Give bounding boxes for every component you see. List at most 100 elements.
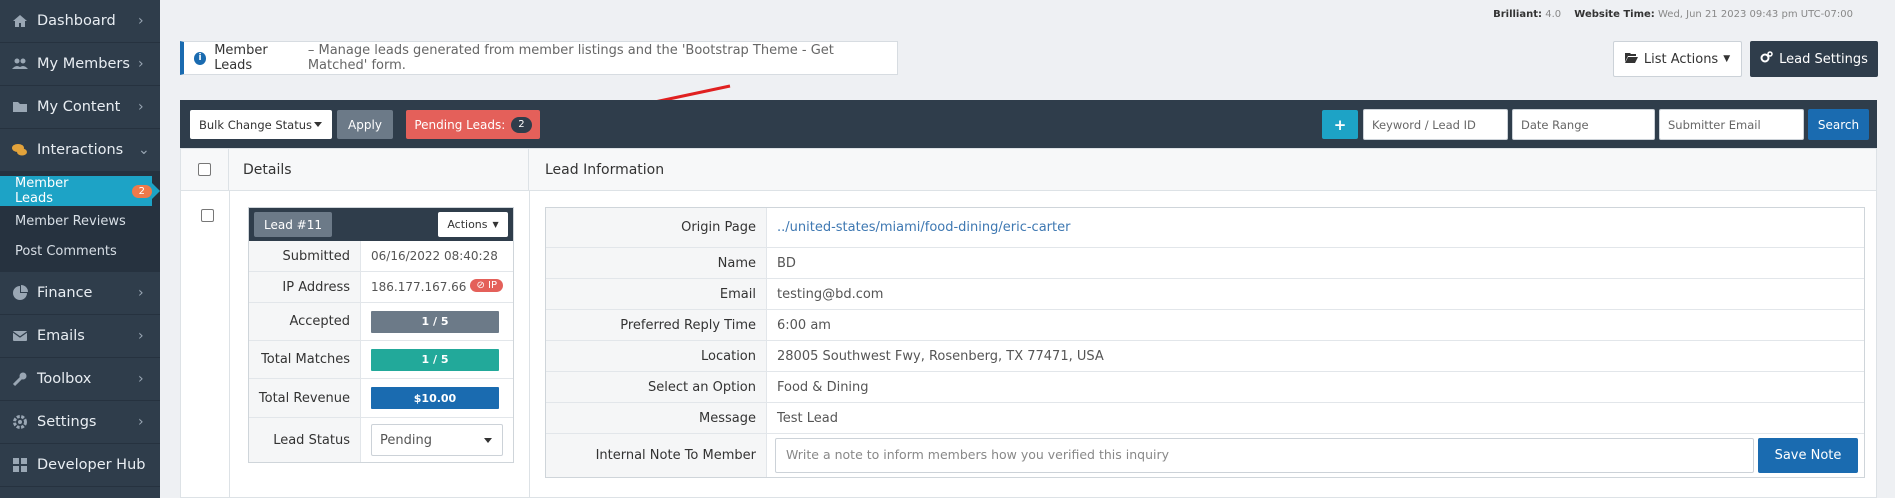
bulk-change-status-select[interactable]: Bulk Change Status xyxy=(190,110,332,139)
sidebar-item-member-reviews[interactable]: Member Reviews xyxy=(0,206,160,236)
block-ip-button[interactable]: ⊘ IP xyxy=(470,279,503,292)
lead-row-accepted: Accepted 1 / 5 xyxy=(249,302,513,340)
sidebar-item-post-comments[interactable]: Post Comments xyxy=(0,236,160,266)
sidebar-item-interactions[interactable]: Interactions ⌄ xyxy=(0,129,160,172)
total-revenue-cell: $10.00 xyxy=(361,379,513,417)
origin-page-link[interactable]: ../united-states/miami/food-dining/eric-… xyxy=(767,208,1864,247)
lead-status-label: Lead Status xyxy=(249,418,361,462)
info-row-select-option: Select an Option Food & Dining xyxy=(546,371,1864,402)
sidebar-item-label: Emails xyxy=(37,328,85,344)
lead-actions-label: Actions xyxy=(447,218,488,231)
list-actions-label: List Actions xyxy=(1643,51,1719,67)
accepted-cell: 1 / 5 xyxy=(361,303,513,340)
column-header-lead-information: Lead Information xyxy=(545,161,665,178)
sidebar-item-label: My Members xyxy=(37,56,130,72)
column-divider xyxy=(229,191,230,498)
add-lead-button[interactable]: + xyxy=(1322,110,1358,139)
info-label: Message xyxy=(546,403,767,433)
ban-icon: ⊘ xyxy=(476,280,489,291)
lead-id-badge[interactable]: Lead #11 xyxy=(254,212,332,237)
sidebar-item-toolbox[interactable]: Toolbox › xyxy=(0,358,160,401)
keyword-lead-id-input[interactable] xyxy=(1363,109,1508,140)
pending-leads-button[interactable]: Pending Leads: 2 xyxy=(406,110,540,139)
sidebar-item-my-members[interactable]: My Members › xyxy=(0,43,160,86)
lead-actions-dropdown[interactable]: Actions ▼ xyxy=(438,212,508,237)
info-label: Email xyxy=(546,279,767,309)
version-label: Brilliant: xyxy=(1493,9,1543,20)
sidebar-item-dashboard[interactable]: Dashboard › xyxy=(0,0,160,43)
lead-settings-label: Lead Settings xyxy=(1779,51,1868,67)
lead-row-ip: IP Address 186.177.167.66 ⊘ IP xyxy=(249,271,513,302)
info-value: BD xyxy=(777,255,796,271)
sidebar-item-label: Dashboard xyxy=(37,13,116,29)
sidebar-item-member-leads[interactable]: Member Leads 2 xyxy=(0,176,160,206)
info-label: Preferred Reply Time xyxy=(546,310,767,340)
chevron-right-icon: › xyxy=(138,13,144,29)
lead-row-matches: Total Matches 1 / 5 xyxy=(249,340,513,378)
total-matches-bar[interactable]: 1 / 5 xyxy=(371,348,499,371)
caret-down-icon xyxy=(484,438,492,443)
sidebar-item-label: Interactions xyxy=(37,142,124,158)
row-select-checkbox[interactable] xyxy=(201,209,214,222)
pending-leads-count: 2 xyxy=(511,116,532,133)
sidebar-item-label: Toolbox xyxy=(37,371,92,387)
select-all-checkbox[interactable] xyxy=(198,163,211,176)
info-value: 28005 Southwest Fwy, Rosenberg, TX 77471… xyxy=(777,348,1104,364)
page-description: – Manage leads generated from member lis… xyxy=(307,43,834,73)
submitter-email-input[interactable] xyxy=(1659,109,1804,140)
sidebar-item-label: Post Comments xyxy=(15,243,117,259)
submitted-value: 06/16/2022 08:40:28 xyxy=(371,249,498,263)
list-actions-button[interactable]: List Actions ▼ xyxy=(1613,41,1742,77)
lead-information-table: Origin Page ../united-states/miami/food-… xyxy=(545,207,1865,478)
users-icon xyxy=(12,56,28,72)
submitted-label: Submitted xyxy=(249,241,361,271)
sidebar-item-my-content[interactable]: My Content › xyxy=(0,86,160,129)
info-row-internal-note: Internal Note To Member Save Note xyxy=(546,433,1864,477)
sidebar-item-developer-hub[interactable]: Developer Hub xyxy=(0,444,160,487)
lead-row-submitted: Submitted 06/16/2022 08:40:28 xyxy=(249,241,513,271)
pie-chart-icon xyxy=(12,285,28,301)
total-revenue-label: Total Revenue xyxy=(249,379,361,417)
website-time-label: Website Time: xyxy=(1574,9,1655,20)
folder-icon xyxy=(12,99,28,115)
sidebar-item-label: My Content xyxy=(37,99,121,115)
sidebar-item-label: Developer Hub xyxy=(37,457,146,473)
sidebar-item-settings[interactable]: Settings › xyxy=(0,401,160,444)
info-row-name: Name BD xyxy=(546,247,1864,278)
apply-button[interactable]: Apply xyxy=(337,110,393,139)
total-matches-cell: 1 / 5 xyxy=(361,341,513,378)
website-time-value: Wed, Jun 21 2023 09:43 pm UTC-07:00 xyxy=(1657,9,1853,20)
accepted-label: Accepted xyxy=(249,303,361,340)
info-value: 6:00 am xyxy=(777,317,831,333)
info-row-message: Message Test Lead xyxy=(546,402,1864,433)
chevron-right-icon: › xyxy=(138,285,144,301)
date-range-input[interactable] xyxy=(1512,109,1655,140)
ip-address-value: 186.177.167.66 xyxy=(371,280,467,294)
sidebar-item-emails[interactable]: Emails › xyxy=(0,315,160,358)
comments-icon xyxy=(12,142,28,158)
lead-card-header: Lead #11 Actions ▼ xyxy=(249,208,513,241)
caret-down-icon: ▼ xyxy=(1723,54,1731,64)
folder-open-icon xyxy=(1624,52,1638,67)
sidebar-item-finance[interactable]: Finance › xyxy=(0,272,160,315)
leads-toolbar: Bulk Change Status Apply Pending Leads: … xyxy=(180,100,1877,148)
search-button[interactable]: Search xyxy=(1808,109,1869,140)
accepted-bar: 1 / 5 xyxy=(371,310,499,333)
home-icon xyxy=(12,13,28,29)
info-row-location: Location 28005 Southwest Fwy, Rosenberg,… xyxy=(546,340,1864,371)
total-revenue-bar: $10.00 xyxy=(371,387,499,409)
lead-status-value: Pending xyxy=(380,432,432,448)
chevron-right-icon: › xyxy=(138,414,144,430)
column-header-details: Details xyxy=(229,148,529,191)
save-note-button[interactable]: Save Note xyxy=(1758,438,1858,473)
info-icon: i xyxy=(194,51,207,65)
sidebar-item-label: Finance xyxy=(37,285,93,301)
chevron-down-icon: ⌄ xyxy=(138,142,150,158)
internal-note-textarea[interactable] xyxy=(775,438,1754,473)
member-leads-count-badge: 2 xyxy=(131,184,152,198)
cogs-icon xyxy=(1760,50,1773,68)
lead-status-select[interactable]: Pending xyxy=(371,424,503,456)
info-label: Select an Option xyxy=(546,372,767,402)
lead-settings-button[interactable]: Lead Settings xyxy=(1750,41,1878,77)
wrench-icon xyxy=(12,371,28,387)
